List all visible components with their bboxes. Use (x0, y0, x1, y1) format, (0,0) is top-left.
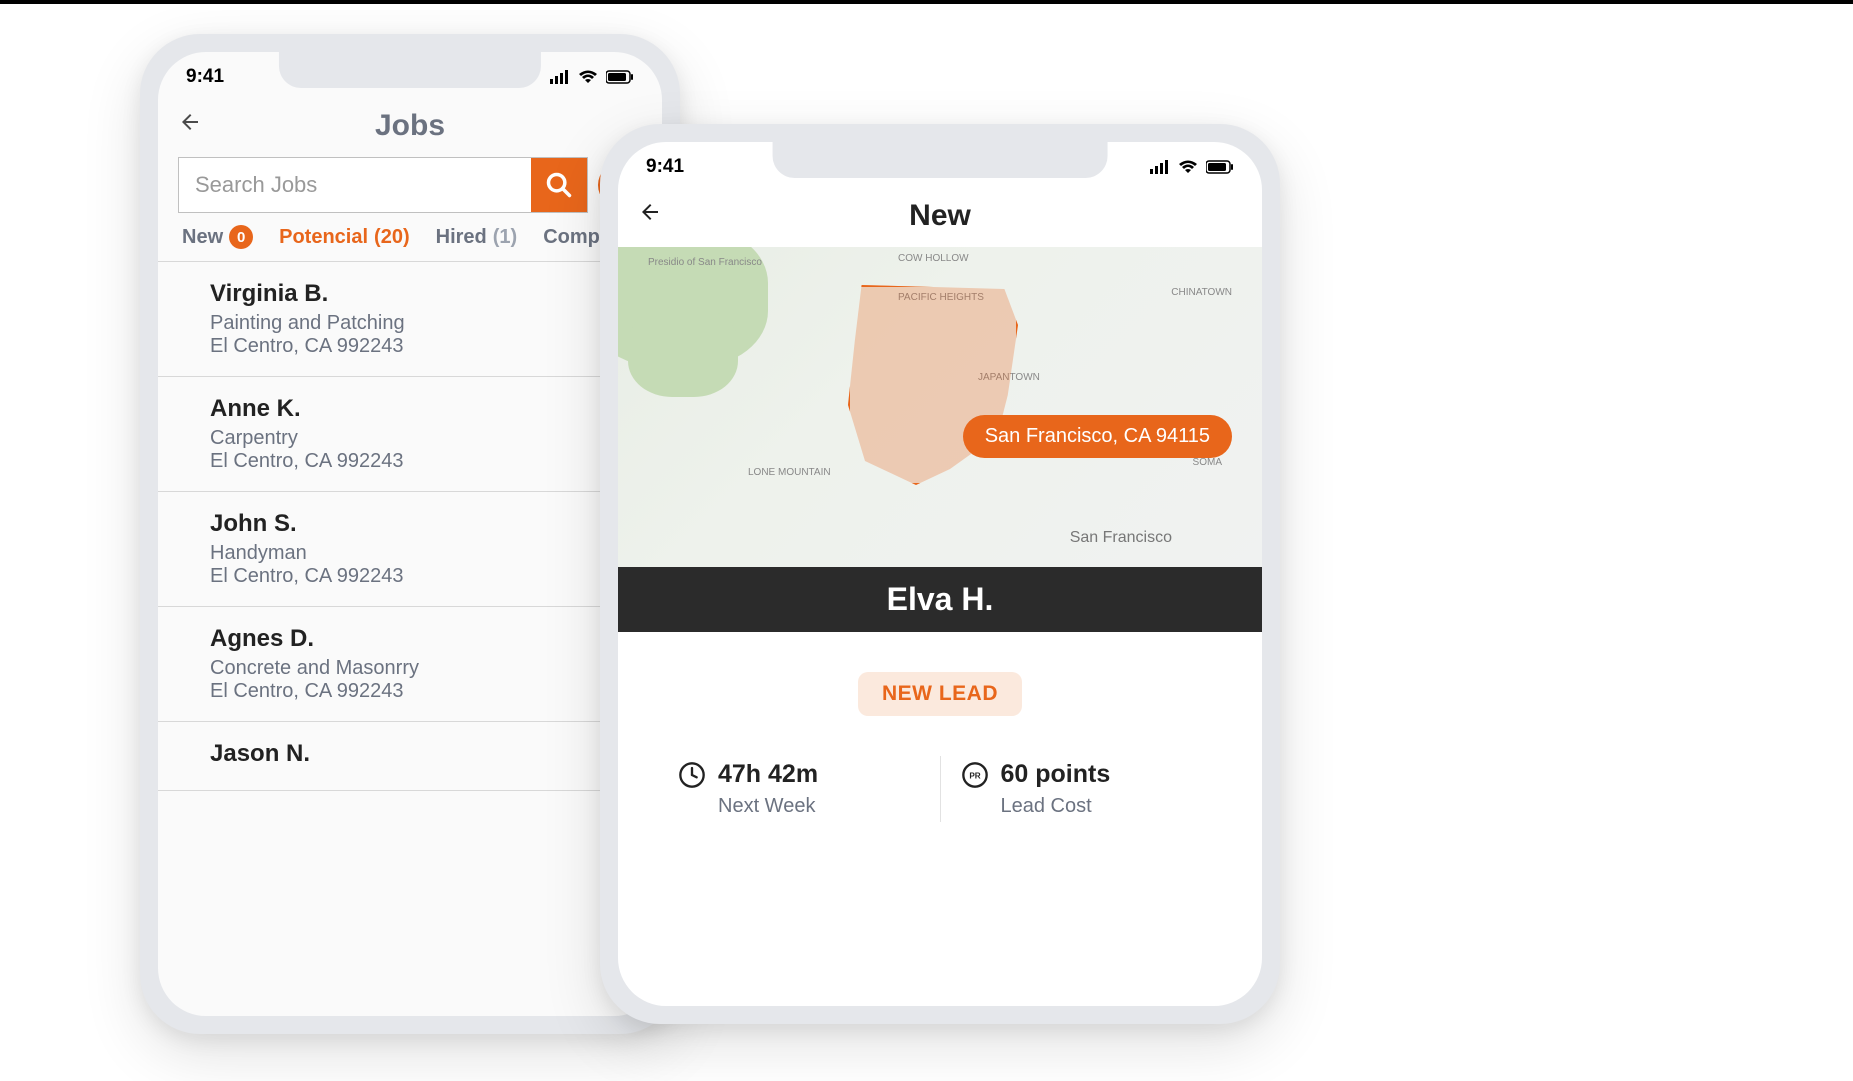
stats-row: 47h 42m Next Week PR 60 points Lead Cost (618, 744, 1262, 852)
tab-potential[interactable]: Potencial (20) (279, 225, 410, 249)
job-location: El Centro, CA 992243 (210, 450, 642, 473)
page-title: New (909, 199, 971, 233)
tabs-row: New 0 Potencial (20) Hired (1) Complete (158, 225, 662, 262)
back-button[interactable] (638, 200, 662, 231)
device-notch (773, 142, 1108, 178)
job-location: El Centro, CA 992243 (210, 335, 642, 358)
job-name: Agnes D. (210, 625, 642, 653)
map-park (628, 307, 738, 397)
search-icon (545, 171, 573, 199)
tab-new[interactable]: New 0 (182, 225, 253, 249)
job-name: Virginia B. (210, 280, 642, 308)
job-category: Handyman (210, 542, 642, 565)
search-input[interactable] (179, 158, 531, 212)
search-row (158, 157, 662, 225)
list-item[interactable]: Virginia B. Painting and Patching El Cen… (158, 262, 662, 377)
svg-text:PR: PR (969, 771, 980, 780)
search-box (178, 157, 588, 213)
battery-icon (606, 70, 634, 84)
tab-hired[interactable]: Hired (1) (436, 225, 518, 249)
map[interactable]: Presidio of San Francisco COW HOLLOW PAC… (618, 247, 1262, 567)
tab-count: (20) (374, 226, 410, 249)
job-category: Concrete and Masonrry (210, 657, 642, 680)
status-icons (550, 70, 634, 84)
stat-value: 47h 42m (718, 760, 818, 789)
list-item[interactable]: John S. Handyman El Centro, CA 992243 (158, 492, 662, 607)
cellular-icon (1150, 160, 1170, 174)
stat-label: Lead Cost (1001, 795, 1203, 818)
lead-badge-row: NEW LEAD (618, 632, 1262, 744)
nav-bar: Jobs (158, 96, 662, 157)
map-label: San Francisco (1070, 529, 1172, 547)
job-location: El Centro, CA 992243 (210, 565, 642, 588)
phone-lead-detail: 9:41 New Presidio of San Francisco COW H… (600, 124, 1280, 1024)
lead-status-badge: NEW LEAD (858, 672, 1022, 716)
device-notch (279, 52, 541, 88)
tab-count: (1) (493, 226, 517, 249)
job-name: Jason N. (210, 740, 642, 768)
wifi-icon (1178, 160, 1198, 174)
battery-icon (1206, 160, 1234, 174)
screen: 9:41 Jobs (158, 52, 662, 1016)
job-location: El Centro, CA 992243 (210, 680, 642, 703)
clock-icon (678, 761, 706, 789)
job-list: Virginia B. Painting and Patching El Cen… (158, 262, 662, 791)
status-time: 9:41 (186, 66, 224, 88)
list-item[interactable]: Jason N. (158, 722, 662, 791)
job-category: Carpentry (210, 427, 642, 450)
back-button[interactable] (178, 110, 202, 141)
screen: 9:41 New Presidio of San Francisco COW H… (618, 142, 1262, 1006)
map-label: CHINATOWN (1171, 287, 1232, 298)
search-button[interactable] (531, 158, 587, 212)
list-item[interactable]: Agnes D. Concrete and Masonrry El Centro… (158, 607, 662, 722)
job-name: Anne K. (210, 395, 642, 423)
map-label: SOMA (1193, 457, 1222, 468)
stat-time: 47h 42m Next Week (658, 756, 940, 822)
customer-name-bar: Elva H. (618, 567, 1262, 632)
stat-value: 60 points (1001, 760, 1111, 789)
list-item[interactable]: Anne K. Carpentry El Centro, CA 992243 (158, 377, 662, 492)
map-label: Presidio of San Francisco (648, 257, 762, 268)
page-title: Jobs (375, 109, 445, 143)
map-location-pill: San Francisco, CA 94115 (963, 415, 1232, 458)
nav-bar: New (618, 186, 1262, 247)
map-label: COW HOLLOW (898, 253, 969, 264)
job-category: Painting and Patching (210, 312, 642, 335)
tab-label: Hired (436, 226, 487, 249)
phone-jobs-list: 9:41 Jobs (140, 34, 680, 1034)
stat-cost: PR 60 points Lead Cost (940, 756, 1223, 822)
tab-label: Potencial (279, 226, 368, 249)
points-icon: PR (961, 761, 989, 789)
status-icons (1150, 160, 1234, 174)
wifi-icon (578, 70, 598, 84)
job-name: John S. (210, 510, 642, 538)
stat-label: Next Week (718, 795, 920, 818)
tab-label: New (182, 226, 223, 249)
cellular-icon (550, 70, 570, 84)
status-time: 9:41 (646, 156, 684, 178)
tab-badge: 0 (229, 225, 253, 249)
map-label: LONE MOUNTAIN (748, 467, 831, 478)
